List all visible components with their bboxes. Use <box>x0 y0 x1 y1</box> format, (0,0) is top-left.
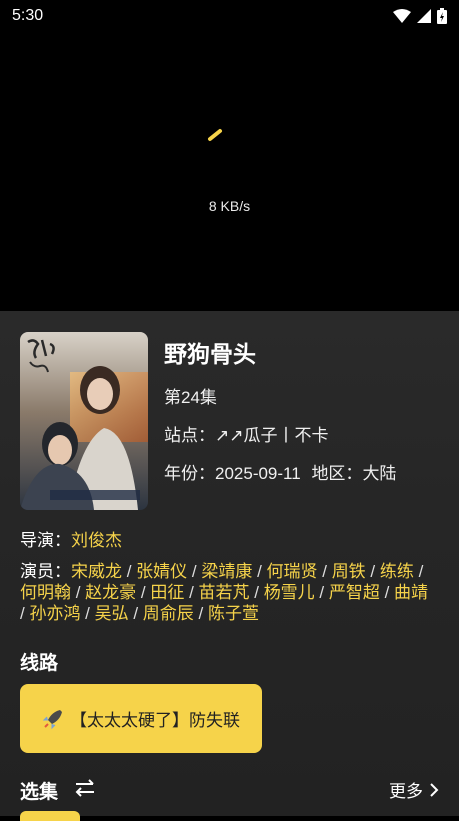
actor-separator: / <box>317 562 332 581</box>
video-player[interactable]: 8 KB/s <box>0 32 459 311</box>
actor-separator: / <box>252 562 267 581</box>
battery-icon <box>437 8 447 24</box>
region-label: 地区： <box>311 464 363 483</box>
actor-list: 宋威龙 / 张婧仪 / 梁靖康 / 何瑞贤 / 周铁 / 练练 / 何明翰 / … <box>20 562 428 623</box>
site-value: ↗↗瓜子丨不卡 <box>215 426 329 445</box>
actor-separator: / <box>71 583 86 602</box>
actor-name[interactable]: 苗若芃 <box>199 583 250 602</box>
actor-name[interactable]: 吴弘 <box>95 604 129 623</box>
episode-chip[interactable] <box>20 811 80 821</box>
actor-separator: / <box>413 562 424 581</box>
actor-separator: / <box>193 604 208 623</box>
actor-name[interactable]: 何瑞贤 <box>267 562 318 581</box>
actor-separator: / <box>249 583 264 602</box>
status-bar: 5:30 <box>0 0 459 32</box>
actor-separator: / <box>365 562 380 581</box>
actor-separator: / <box>187 562 202 581</box>
actor-name[interactable]: 梁靖康 <box>201 562 252 581</box>
year-label: 年份： <box>164 464 215 483</box>
actor-separator: / <box>128 604 143 623</box>
info-panel: 野狗骨头 第24集 站点：↗↗瓜子丨不卡 年份：2025-09-11 地区：大陆… <box>0 311 459 821</box>
download-speed: 8 KB/s <box>208 198 251 214</box>
show-meta: 野狗骨头 第24集 站点：↗↗瓜子丨不卡 年份：2025-09-11 地区：大陆 <box>164 335 444 497</box>
routes-title: 线路 <box>20 653 59 674</box>
actor-name[interactable]: 赵龙豪 <box>85 583 136 602</box>
region-value: 大陆 <box>362 464 397 483</box>
loading-spinner-icon <box>208 129 222 141</box>
route-button[interactable]: 【太太太硬了】防失联 <box>20 684 262 753</box>
director-row: 导演：刘俊杰 <box>20 526 122 551</box>
actor-name[interactable]: 宋威龙 <box>71 562 122 581</box>
actors-row: 演员：宋威龙 / 张婧仪 / 梁靖康 / 何瑞贤 / 周铁 / 练练 / 何明翰… <box>20 561 430 624</box>
director-label: 导演： <box>20 531 71 550</box>
actor-name[interactable]: 练练 <box>380 562 414 581</box>
director-name[interactable]: 刘俊杰 <box>71 531 122 550</box>
status-icons <box>393 8 447 24</box>
actor-name[interactable]: 周俞辰 <box>143 604 194 623</box>
actor-separator: / <box>379 583 395 602</box>
rocket-icon <box>42 709 62 729</box>
wifi-icon <box>393 9 411 23</box>
signal-icon <box>417 9 431 23</box>
show-title: 野狗骨头 <box>164 341 256 367</box>
actor-name[interactable]: 张婧仪 <box>136 562 187 581</box>
actors-label: 演员： <box>20 562 71 581</box>
actor-name[interactable]: 曲靖 <box>394 583 428 602</box>
episodes-title: 选集 <box>20 782 59 803</box>
actor-name[interactable]: 周铁 <box>332 562 366 581</box>
actor-name[interactable]: 陈子萱 <box>208 604 259 623</box>
year-region-row: 年份：2025-09-11 地区：大陆 <box>164 459 444 484</box>
poster-image[interactable] <box>20 332 148 510</box>
site-row: 站点：↗↗瓜子丨不卡 <box>164 421 444 446</box>
actor-name[interactable]: 杨雪儿 <box>264 583 315 602</box>
swap-order-icon[interactable] <box>74 779 96 797</box>
actor-separator: / <box>136 583 151 602</box>
more-label: 更多 <box>389 782 423 801</box>
actor-separator: / <box>184 583 199 602</box>
actor-name[interactable]: 田征 <box>150 583 184 602</box>
episode-label: 第24集 <box>164 388 217 407</box>
route-button-label: 【太太太硬了】防失联 <box>70 711 240 730</box>
chevron-right-icon <box>430 782 439 797</box>
actor-separator: / <box>314 583 329 602</box>
status-time: 5:30 <box>12 7 44 24</box>
actor-name[interactable]: 何明翰 <box>20 583 71 602</box>
actor-separator: / <box>80 604 95 623</box>
year-value: 2025-09-11 <box>215 464 301 483</box>
site-label: 站点： <box>164 426 215 445</box>
actor-name[interactable]: 孙亦鸿 <box>29 604 80 623</box>
more-button[interactable]: 更多 <box>389 777 439 802</box>
actor-name[interactable]: 严智超 <box>329 583 380 602</box>
actor-separator: / <box>122 562 137 581</box>
